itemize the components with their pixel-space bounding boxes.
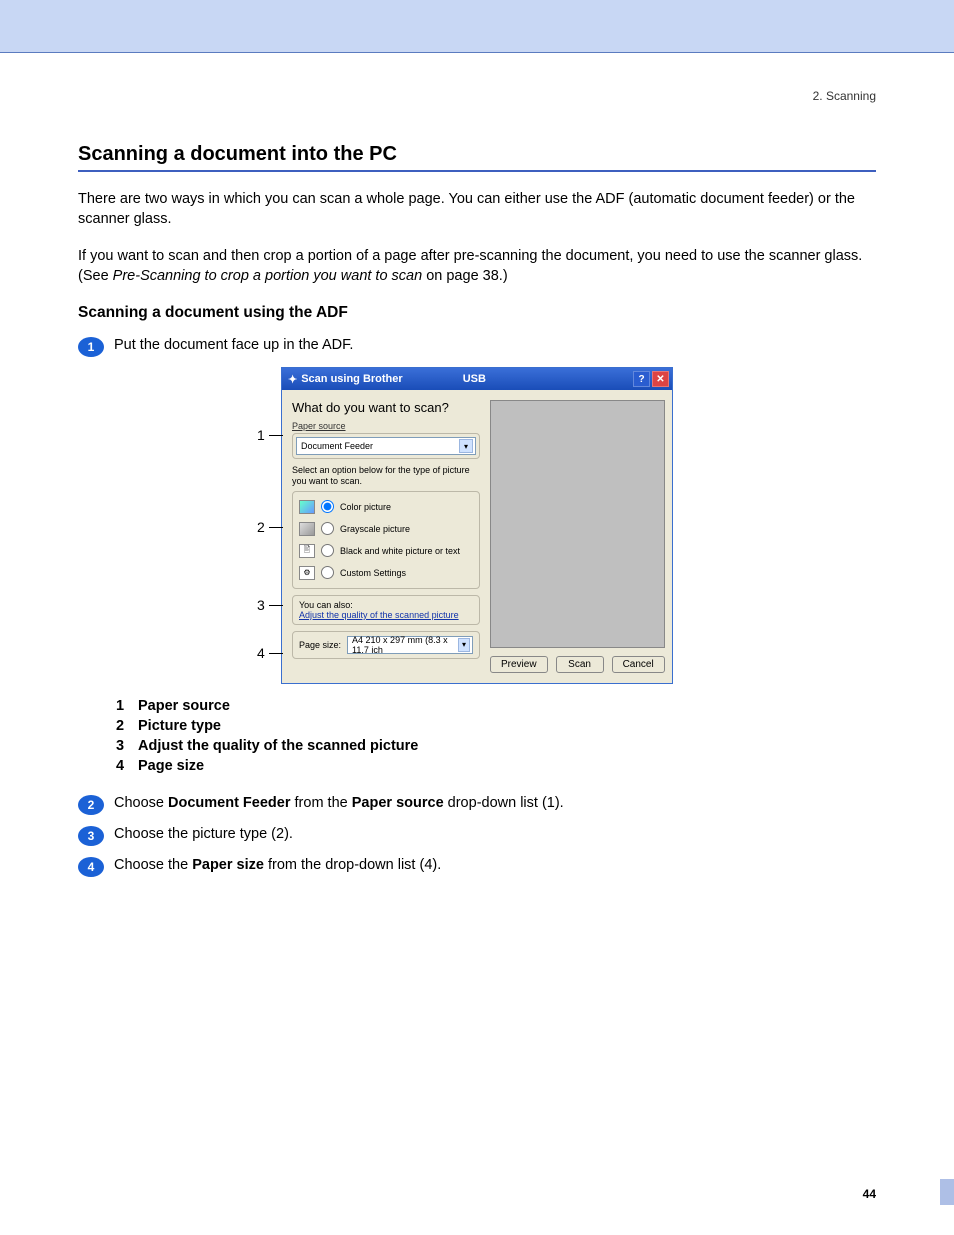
legend-row-4: 4Page size xyxy=(116,758,876,774)
dialog-connection-label: USB xyxy=(463,373,486,385)
step-3-text: Choose the picture type (2). xyxy=(114,825,293,845)
subsection-heading: Scanning a document using the ADF xyxy=(78,304,876,322)
option-bw-label: Black and white picture or text xyxy=(340,546,460,556)
dialog-right-panel: Preview Scan Cancel xyxy=(490,400,665,673)
step-number-badge-1: 1 xyxy=(78,337,104,357)
step-4-text: Choose the Paper size from the drop-down… xyxy=(114,856,441,876)
radio-bw[interactable] xyxy=(321,544,334,557)
page-size-label: Page size: xyxy=(299,640,341,650)
page-size-group: Page size: A4 210 x 297 mm (8.3 x 11.7 i… xyxy=(292,631,480,659)
step-3: 3 Choose the picture type (2). xyxy=(78,825,876,846)
picture-type-group: Color picture Grayscale picture 🖹 Black xyxy=(292,491,480,589)
wizard-icon: ✦ xyxy=(288,373,297,386)
callout-3: 3 xyxy=(257,597,265,615)
intro-paragraph-1: There are two ways in which you can scan… xyxy=(78,190,876,229)
paper-source-value: Document Feeder xyxy=(301,441,373,451)
chevron-down-icon[interactable]: ▾ xyxy=(458,638,470,652)
adjust-quality-link[interactable]: Adjust the quality of the scanned pictur… xyxy=(299,610,459,620)
bw-text-icon: 🖹 xyxy=(299,544,315,558)
color-picture-icon xyxy=(299,500,315,514)
step-number-badge-4: 4 xyxy=(78,857,104,877)
top-header-band xyxy=(0,0,954,52)
custom-settings-icon: ⚙ xyxy=(299,566,315,580)
cross-reference-link[interactable]: Pre-Scanning to crop a portion you want … xyxy=(113,268,423,284)
step-number-badge-3: 3 xyxy=(78,826,104,846)
paper-source-label: Paper source xyxy=(292,421,480,431)
callout-3-line xyxy=(269,605,283,606)
page-number: 44 xyxy=(863,1187,876,1201)
cancel-button[interactable]: Cancel xyxy=(612,656,665,673)
dialog-button-row: Preview Scan Cancel xyxy=(490,656,665,673)
breadcrumb: 2. Scanning xyxy=(78,89,876,103)
callout-2: 2 xyxy=(257,519,265,537)
page-content: 2. Scanning Scanning a document into the… xyxy=(0,53,954,877)
you-can-also-label: You can also: xyxy=(299,600,473,610)
paper-source-group: Document Feeder ▾ xyxy=(292,433,480,459)
close-icon[interactable]: ✕ xyxy=(652,371,669,387)
callout-4: 4 xyxy=(257,645,265,663)
legend-row-1: 1Paper source xyxy=(116,698,876,714)
step-1-text: Put the document face up in the ADF. xyxy=(114,336,353,356)
option-grayscale-label: Grayscale picture xyxy=(340,524,410,534)
dialog-body: What do you want to scan? Paper source D… xyxy=(282,390,672,683)
step-1: 1 Put the document face up in the ADF. xyxy=(78,336,876,357)
paper-source-dropdown[interactable]: Document Feeder ▾ xyxy=(296,437,476,455)
step-number-badge-2: 2 xyxy=(78,795,104,815)
dialog-left-panel: What do you want to scan? Paper source D… xyxy=(292,400,480,673)
radio-color[interactable] xyxy=(321,500,334,513)
option-custom-label: Custom Settings xyxy=(340,568,406,578)
option-color-picture[interactable]: Color picture xyxy=(297,496,475,518)
dialog-title: Scan using Brother xyxy=(301,373,402,385)
legend-row-2: 2Picture type xyxy=(116,718,876,734)
para2-tail: on page 38.) xyxy=(422,268,507,284)
callout-4-line xyxy=(269,653,283,654)
option-bw-text[interactable]: 🖹 Black and white picture or text xyxy=(297,540,475,562)
scan-button[interactable]: Scan xyxy=(556,656,604,673)
preview-pane xyxy=(490,400,665,648)
dialog-question: What do you want to scan? xyxy=(292,400,480,415)
picture-type-caption: Select an option below for the type of p… xyxy=(292,465,480,487)
option-color-label: Color picture xyxy=(340,502,391,512)
legend-row-3: 3Adjust the quality of the scanned pictu… xyxy=(116,738,876,754)
callout-1-line xyxy=(269,435,283,436)
dialog-titlebar[interactable]: ✦ Scan using Brother USB ? ✕ xyxy=(282,368,672,390)
preview-button[interactable]: Preview xyxy=(490,656,548,673)
side-tab-marker xyxy=(940,1179,954,1205)
callout-legend: 1Paper source 2Picture type 3Adjust the … xyxy=(116,698,876,774)
scan-dialog-figure: 1 2 3 4 ✦ Scan using Brother USB ? ✕ xyxy=(281,367,673,684)
chevron-down-icon[interactable]: ▾ xyxy=(459,439,473,453)
callout-1: 1 xyxy=(257,427,265,445)
callout-2-line xyxy=(269,527,283,528)
step-2: 2 Choose Document Feeder from the Paper … xyxy=(78,794,876,815)
intro-paragraph-2: If you want to scan and then crop a port… xyxy=(78,247,876,286)
option-custom-settings[interactable]: ⚙ Custom Settings xyxy=(297,562,475,584)
step-2-text: Choose Document Feeder from the Paper so… xyxy=(114,794,564,814)
you-can-also-group: You can also: Adjust the quality of the … xyxy=(292,595,480,625)
page-size-value: A4 210 x 297 mm (8.3 x 11.7 ich xyxy=(352,635,458,655)
grayscale-picture-icon xyxy=(299,522,315,536)
radio-grayscale[interactable] xyxy=(321,522,334,535)
scan-dialog-window: ✦ Scan using Brother USB ? ✕ What do you… xyxy=(281,367,673,684)
figure-container: 1 2 3 4 ✦ Scan using Brother USB ? ✕ xyxy=(78,367,876,684)
help-icon[interactable]: ? xyxy=(633,371,650,387)
radio-custom[interactable] xyxy=(321,566,334,579)
page-size-dropdown[interactable]: A4 210 x 297 mm (8.3 x 11.7 ich ▾ xyxy=(347,636,473,654)
option-grayscale-picture[interactable]: Grayscale picture xyxy=(297,518,475,540)
step-4: 4 Choose the Paper size from the drop-do… xyxy=(78,856,876,877)
section-heading: Scanning a document into the PC xyxy=(78,143,876,172)
